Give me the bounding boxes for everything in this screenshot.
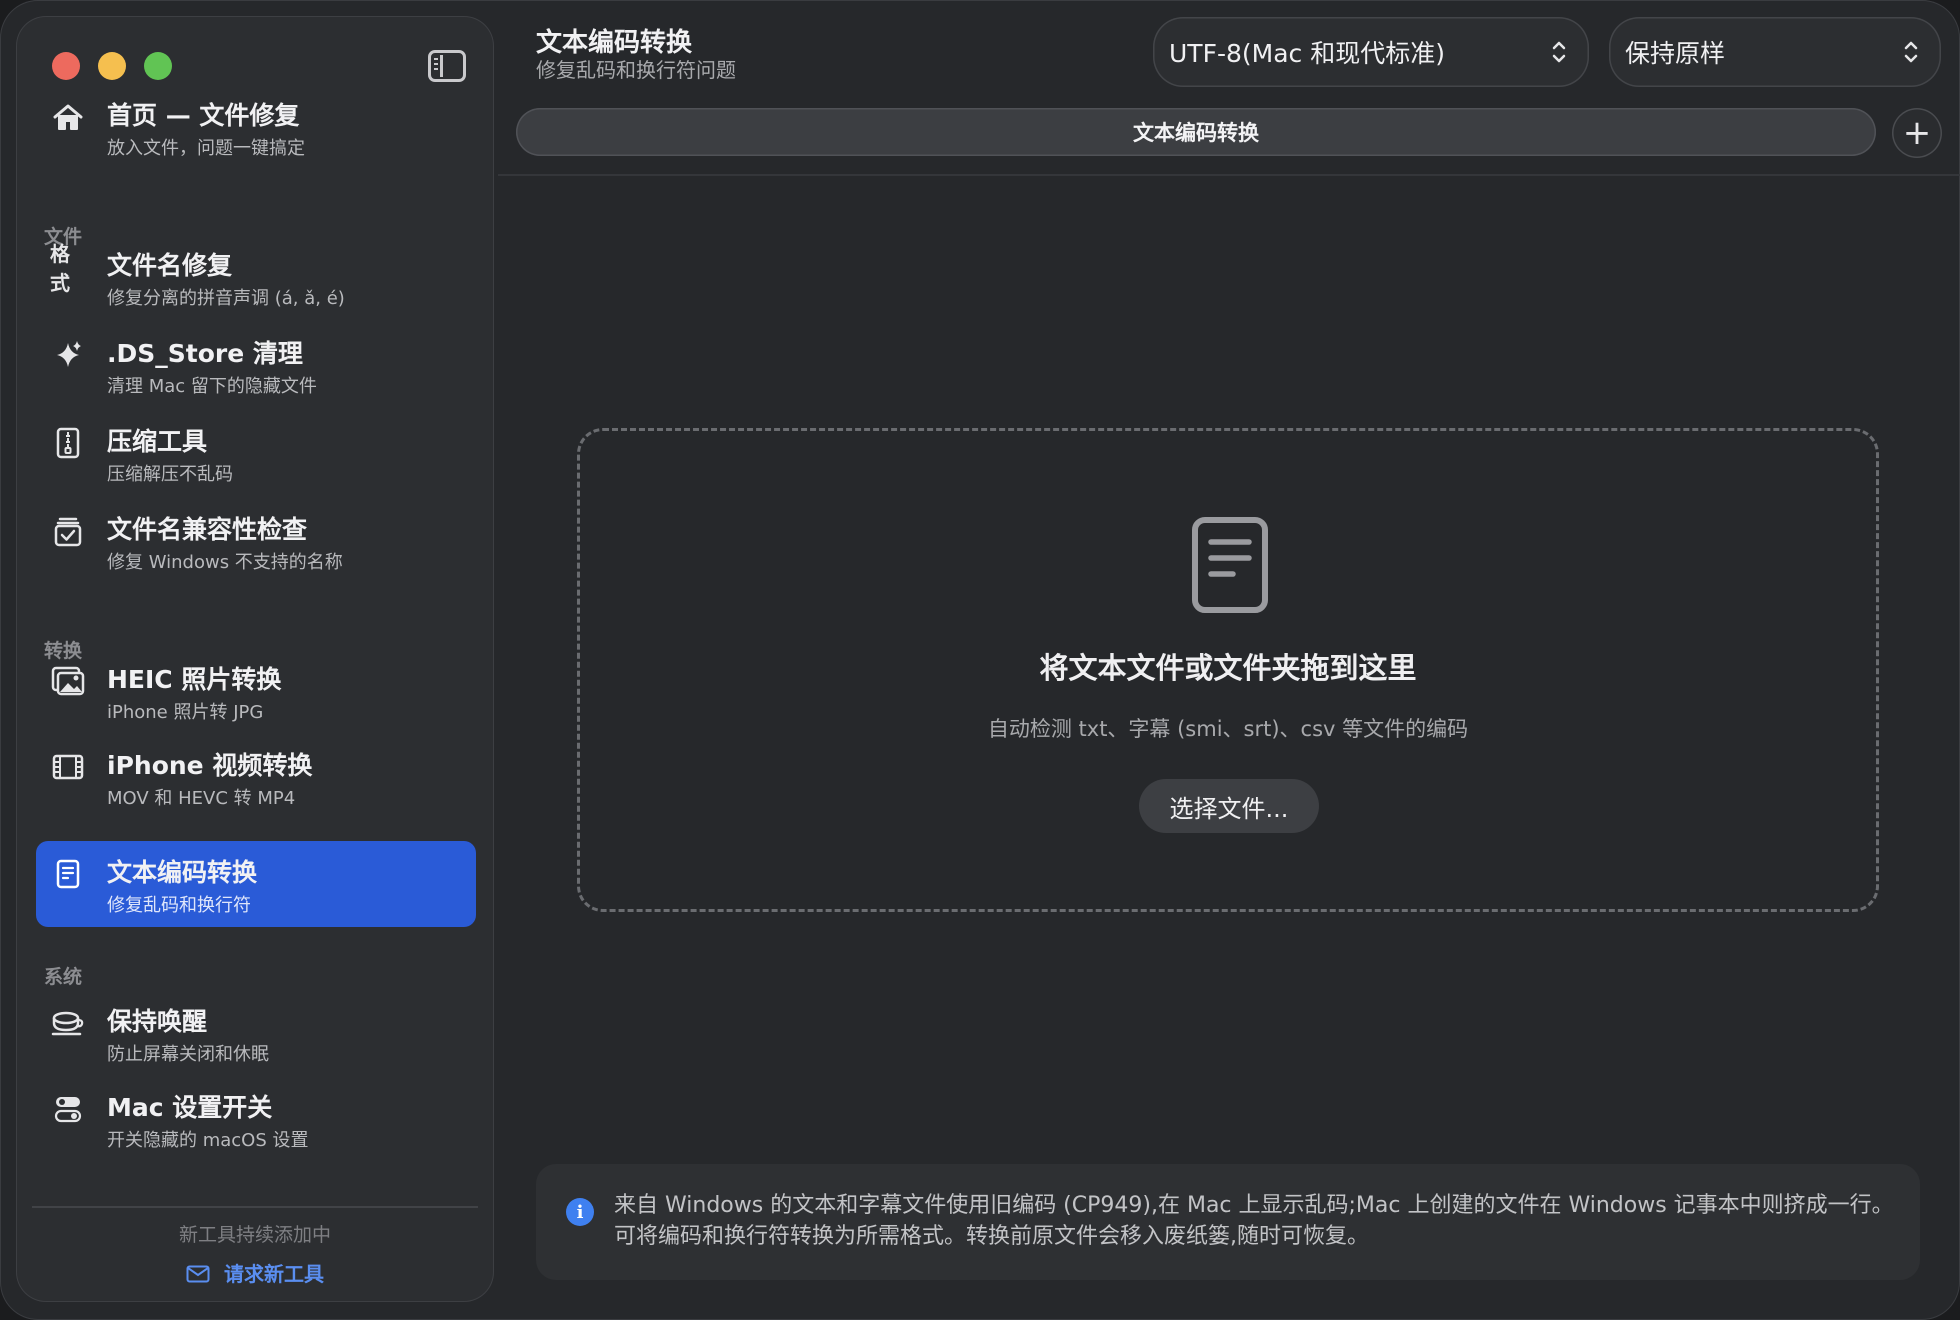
window-controls <box>52 52 172 80</box>
sidebar-item-subtitle: 清理 Mac 留下的隐藏文件 <box>107 376 317 397</box>
section-label-system: 系统 <box>44 966 83 988</box>
encoding-select-value: UTF-8(Mac 和现代标准) <box>1169 39 1445 68</box>
checkbox-icon <box>50 514 86 548</box>
request-tool-link[interactable]: 请求新工具 <box>16 1258 494 1288</box>
close-window-button[interactable] <box>52 52 80 80</box>
envelope-icon <box>186 1264 210 1288</box>
drop-zone-subtitle: 自动检测 txt、字幕 (smi、srt)、csv 等文件的编码 <box>987 717 1469 741</box>
sidebar-item-title: HEIC 照片转换 <box>107 665 282 694</box>
coffee-cup-icon <box>50 1006 86 1040</box>
info-text: 来自 Windows 的文本和字幕文件使用旧编码 (CP949),在 Mac 上… <box>614 1193 1894 1249</box>
sidebar-item-title: 文本编码转换 <box>107 858 258 887</box>
sidebar-item-video[interactable]: iPhone 视频转换 MOV 和 HEVC 转 MP4 <box>36 734 476 820</box>
sidebar-item-title: 压缩工具 <box>107 427 208 456</box>
sidebar-item-subtitle: iPhone 照片转 JPG <box>107 702 264 723</box>
sidebar-divider <box>32 1206 478 1208</box>
document-icon <box>1192 517 1268 613</box>
sidebar-item-subtitle: MOV 和 HEVC 转 MP4 <box>107 788 296 809</box>
chevron-updown-icon <box>1552 41 1566 63</box>
zip-file-icon <box>50 426 86 460</box>
choose-file-button[interactable]: 选择文件... <box>1139 779 1319 833</box>
sidebar-item-subtitle: 压缩解压不乱码 <box>107 464 233 485</box>
sidebar-item-subtitle: 防止屏幕关闭和休眠 <box>107 1044 269 1065</box>
sidebar-item-title: .DS_Store 清理 <box>107 339 303 368</box>
chevron-updown-icon <box>1904 41 1918 63</box>
tab-text-encoding[interactable]: 文本编码转换 <box>516 108 1876 156</box>
sidebar-item-keep-awake[interactable]: 保持唤醒 防止屏幕关闭和休眠 <box>36 990 476 1076</box>
format-icon: 格式 <box>50 242 70 295</box>
sidebar-item-heic[interactable]: HEIC 照片转换 iPhone 照片转 JPG <box>36 648 476 734</box>
sidebar-item-title: 文件名兼容性检查 <box>107 515 308 544</box>
sidebar-item-title: 首页 — 文件修复 <box>107 101 300 130</box>
film-icon <box>50 750 86 784</box>
info-icon: i <box>566 1198 594 1226</box>
house-icon <box>50 100 86 134</box>
header-divider <box>498 174 1960 176</box>
linebreak-select-value: 保持原样 <box>1625 39 1726 68</box>
add-tab-button[interactable]: + <box>1892 108 1942 158</box>
document-icon <box>50 857 86 891</box>
sidebar-footer-text: 新工具持续添加中 <box>178 1224 331 1246</box>
sidebar-item-mac-settings[interactable]: Mac 设置开关 开关隐藏的 macOS 设置 <box>36 1076 476 1162</box>
sidebar-item-title: iPhone 视频转换 <box>107 751 313 780</box>
app-window: 首页 — 文件修复 放入文件，问题一键搞定 文件 格式 文件名修复 修复分离的拼… <box>0 0 1960 1320</box>
photo-icon <box>50 664 86 698</box>
toggle-icon <box>50 1092 86 1126</box>
sidebar-item-home[interactable]: 首页 — 文件修复 放入文件，问题一键搞定 <box>36 84 476 170</box>
page-subtitle: 修复乱码和换行符问题 <box>536 58 736 82</box>
minimize-window-button[interactable] <box>98 52 126 80</box>
sidebar-item-filename-fix[interactable]: 格式 文件名修复 修复分离的拼音声调 (á, ǎ, é) <box>36 234 476 320</box>
drop-zone-title: 将文本文件或文件夹拖到这里 <box>1039 651 1417 685</box>
info-box: i 来自 Windows 的文本和字幕文件使用旧编码 (CP949),在 Mac… <box>536 1164 1920 1280</box>
sidebar-toggle-icon[interactable] <box>428 50 466 82</box>
zoom-window-button[interactable] <box>144 52 172 80</box>
sidebar-item-title: 保持唤醒 <box>107 1007 208 1036</box>
file-drop-zone[interactable]: 将文本文件或文件夹拖到这里 自动检测 txt、字幕 (smi、srt)、csv … <box>577 428 1879 912</box>
sidebar-item-title: Mac 设置开关 <box>107 1093 273 1122</box>
sidebar-item-subtitle: 修复分离的拼音声调 (á, ǎ, é) <box>107 288 345 309</box>
linebreak-select[interactable]: 保持原样 <box>1609 17 1941 87</box>
sidebar-item-subtitle: 修复 Windows 不支持的名称 <box>107 552 343 573</box>
sidebar-item-compress[interactable]: 压缩工具 压缩解压不乱码 <box>36 410 476 496</box>
encoding-select[interactable]: UTF-8(Mac 和现代标准) <box>1153 17 1589 87</box>
sidebar-item-text-encoding-active[interactable]: 文本编码转换 修复乱码和换行符 <box>36 841 476 927</box>
sidebar-item-subtitle: 放入文件，问题一键搞定 <box>107 138 305 159</box>
sidebar-item-title: 文件名修复 <box>107 251 233 280</box>
sidebar-item-subtitle: 修复乱码和换行符 <box>107 895 251 916</box>
sidebar-item-subtitle: 开关隐藏的 macOS 设置 <box>107 1130 309 1151</box>
sidebar-item-ds-store[interactable]: .DS_Store 清理 清理 Mac 留下的隐藏文件 <box>36 322 476 408</box>
sparkle-icon <box>50 338 86 372</box>
sidebar-item-compatibility[interactable]: 文件名兼容性检查 修复 Windows 不支持的名称 <box>36 498 476 584</box>
request-tool-label: 请求新工具 <box>224 1262 324 1286</box>
